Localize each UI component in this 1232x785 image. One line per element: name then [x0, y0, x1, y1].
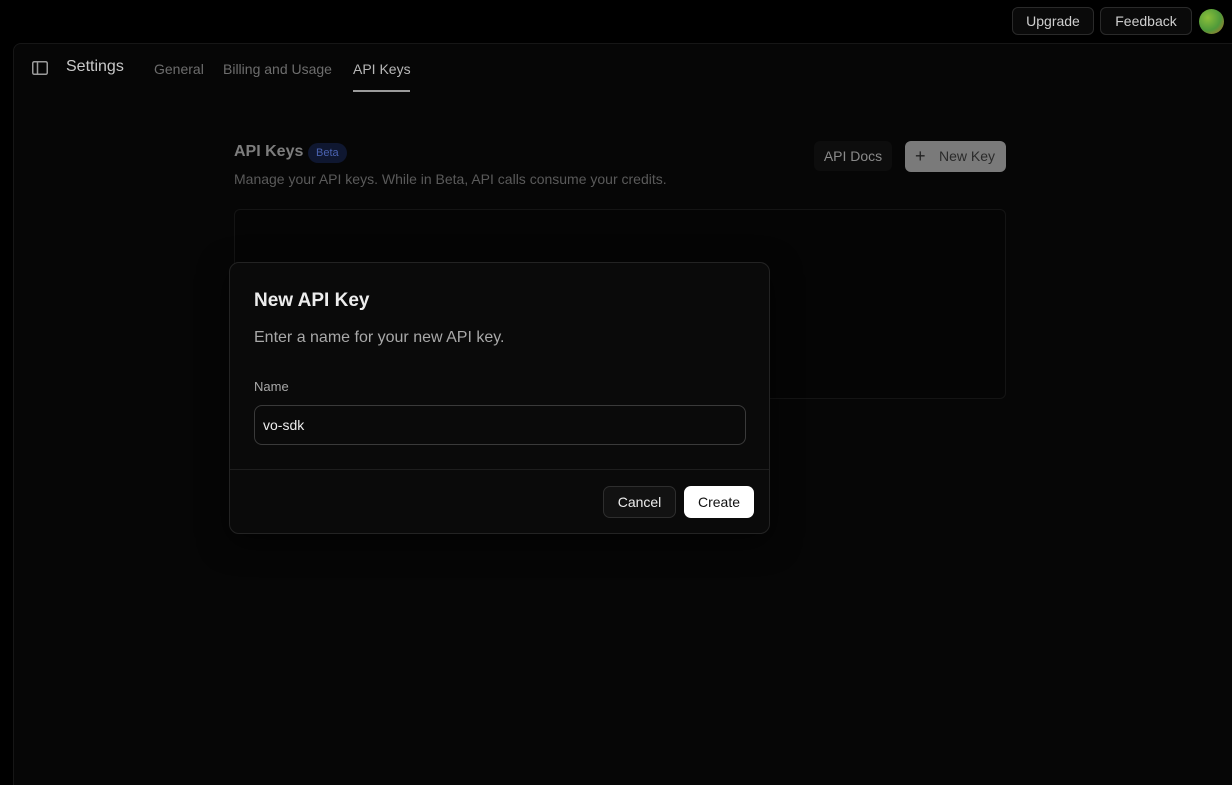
new-key-button[interactable]: + New Key — [905, 141, 1006, 172]
page-title: Settings — [66, 58, 124, 75]
name-label: Name — [254, 379, 289, 394]
dialog-divider — [230, 469, 769, 470]
section-description: Manage your API keys. While in Beta, API… — [234, 171, 667, 187]
upgrade-button[interactable]: Upgrade — [1012, 7, 1094, 35]
beta-badge: Beta — [308, 143, 347, 163]
feedback-button[interactable]: Feedback — [1100, 7, 1192, 35]
create-button[interactable]: Create — [684, 486, 754, 518]
tab-billing-and-usage[interactable]: Billing and Usage — [223, 61, 332, 77]
section-title: API Keys — [234, 143, 304, 160]
new-key-label: New Key — [939, 148, 996, 164]
tab-api-keys[interactable]: API Keys — [353, 61, 411, 77]
new-api-key-dialog: New API Key Enter a name for your new AP… — [229, 262, 770, 534]
name-input[interactable] — [254, 405, 746, 445]
plus-icon: + — [915, 146, 926, 166]
avatar[interactable] — [1199, 9, 1224, 34]
cancel-button[interactable]: Cancel — [603, 486, 676, 518]
dialog-description: Enter a name for your new API key. — [254, 329, 505, 346]
sidebar-toggle-icon[interactable] — [32, 61, 48, 75]
dialog-title: New API Key — [254, 290, 370, 311]
active-tab-indicator — [353, 90, 410, 92]
api-docs-button[interactable]: API Docs — [814, 141, 892, 171]
tab-general[interactable]: General — [154, 61, 204, 77]
top-bar: Upgrade Feedback — [0, 0, 1232, 42]
